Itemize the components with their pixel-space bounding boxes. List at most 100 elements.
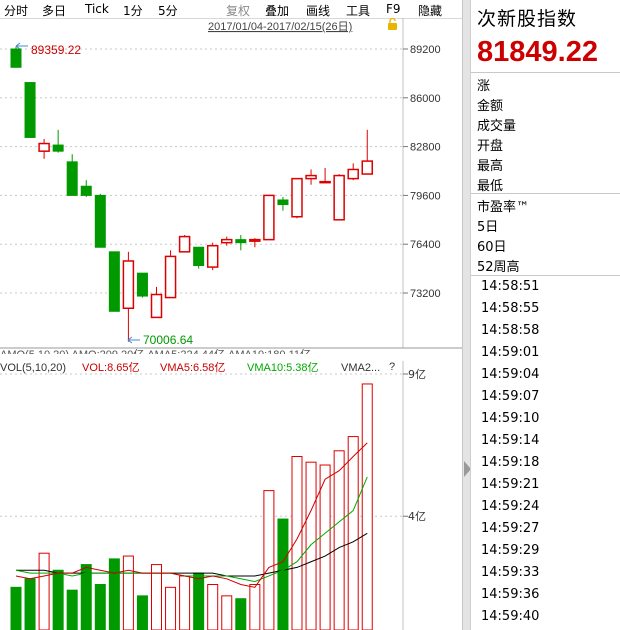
tick-time-row[interactable]: 14:58:55: [481, 301, 539, 316]
candle-body: [333, 174, 345, 221]
tick-time-row[interactable]: 14:59:04: [481, 367, 539, 382]
candle-body: [193, 246, 205, 267]
field-5day: 5日: [477, 220, 499, 235]
volume-bar: [235, 598, 247, 630]
tick-time-row[interactable]: 14:59:14: [481, 433, 539, 448]
tick-time-row[interactable]: 14:58:51: [481, 279, 539, 294]
price-tick-label: 89200: [410, 44, 441, 56]
divider: [471, 193, 620, 194]
volume-bar: [10, 586, 22, 630]
adjust-button[interactable]: 复权: [226, 2, 250, 19]
tick-time-row[interactable]: 14:59:10: [481, 411, 539, 426]
volume-bar: [207, 583, 219, 630]
volume-tick-label: 9亿: [408, 368, 426, 381]
tab-1min[interactable]: 1分: [123, 2, 143, 19]
field-change: 涨: [477, 79, 491, 94]
volume-bar: [249, 583, 261, 630]
field-60day: 60日: [477, 240, 507, 255]
candle-body: [10, 48, 22, 68]
draw-line-button[interactable]: 画线: [306, 2, 330, 19]
candle-body: [178, 235, 191, 253]
field-52week-high: 52周高: [477, 260, 520, 275]
kline-chart-area[interactable]: 2017/01/04-2017/02/15(26日) 89200 86000 828…: [0, 18, 462, 630]
tick-time-row[interactable]: 14:59:27: [481, 521, 539, 536]
price-tick-label: 76400: [410, 239, 441, 251]
index-name: 次新股指数: [477, 8, 578, 30]
tick-time-row[interactable]: 14:59:07: [481, 389, 539, 404]
volume-bar: [277, 518, 289, 630]
tick-time-row[interactable]: 14:59:18: [481, 455, 539, 470]
f9-button[interactable]: F9: [386, 2, 401, 16]
vma5-label: VMA5:6.58亿: [160, 361, 225, 374]
candle-body: [235, 239, 247, 244]
candle-body: [319, 180, 331, 184]
price-tick-label: 79600: [410, 190, 441, 202]
candle-body: [164, 255, 177, 299]
volume-bar: [305, 461, 317, 630]
volume-bar: [52, 569, 64, 630]
overlay-button[interactable]: 叠加: [265, 2, 289, 19]
tab-5min[interactable]: 5分: [158, 2, 178, 19]
candle-body: [52, 144, 64, 152]
tools-button[interactable]: 工具: [346, 2, 370, 19]
volume-bar: [361, 383, 373, 630]
tick-time-row[interactable]: 14:59:40: [481, 609, 539, 624]
volume-bar: [24, 578, 36, 630]
price-tick-label: 73200: [410, 288, 441, 300]
volume-bar: [136, 595, 148, 630]
candle-body: [150, 293, 163, 319]
candle-body: [347, 168, 359, 180]
volume-bar: [193, 572, 205, 630]
volume-bar: [151, 564, 162, 630]
volume-axis-ticks: 9亿 4亿: [403, 368, 426, 523]
svg-text:AMO(5,10,20) AMO:209.20亿 AMA: AMO(5,10,20) AMO:209.20亿 AMA5:224.44亿 AM…: [0, 348, 311, 361]
divider: [471, 72, 620, 73]
candle-body: [38, 142, 50, 152]
volume-bar: [38, 552, 50, 630]
tick-time-row[interactable]: 14:59:01: [481, 345, 539, 360]
vol-legend-label: VOL(5,10,20): [0, 362, 66, 374]
candle-body: [221, 238, 233, 244]
amo-legend: AMO(5,10,20) AMO:209.20亿 AMA5:224.44亿 AM…: [0, 348, 311, 361]
field-amount: 金额: [477, 99, 504, 114]
candle-body: [249, 238, 261, 242]
tick-time-row[interactable]: 14:59:24: [481, 499, 539, 514]
field-high: 最高: [477, 159, 504, 174]
price-axis-ticks: 89200 86000 82800 79600 76400 73200: [403, 44, 441, 300]
tab-tick[interactable]: Tick: [85, 2, 109, 16]
candle-body: [291, 177, 303, 218]
hide-button[interactable]: 隐藏: [418, 2, 442, 19]
volume-bar-series: [10, 383, 373, 630]
tick-time-row[interactable]: 14:59:21: [481, 477, 539, 492]
volume-tick-label: 4亿: [408, 510, 426, 523]
help-icon[interactable]: ?: [389, 361, 395, 373]
volume-bar: [108, 558, 120, 630]
volume-bar: [94, 583, 106, 630]
candle-body: [66, 161, 78, 196]
volume-bar: [319, 464, 331, 630]
volume-bar: [221, 595, 233, 630]
high-price-label: 89359.22: [31, 43, 81, 57]
candle-body: [277, 199, 289, 206]
volume-bar: [165, 586, 177, 630]
candlestick-series: [10, 46, 373, 342]
candle-body: [94, 194, 106, 248]
tick-time-row[interactable]: 14:58:58: [481, 323, 539, 338]
volume-bar: [347, 436, 359, 630]
tick-time-row[interactable]: 14:59:36: [481, 587, 539, 602]
index-price: 81849.22: [477, 36, 598, 68]
low-price-label: 70006.64: [143, 333, 193, 347]
field-open: 开盘: [477, 139, 504, 154]
field-pe-ratio: 市盈率™: [477, 200, 530, 215]
tab-intraday[interactable]: 分时: [4, 2, 28, 19]
candle-body: [263, 194, 275, 241]
tab-multi-day[interactable]: 多日: [42, 2, 66, 19]
kline-chart[interactable]: 2017/01/04-2017/02/15(26日) 89200 86000 828…: [0, 18, 462, 630]
tick-time-row[interactable]: 14:59:29: [481, 543, 539, 558]
candle-body: [305, 174, 317, 180]
candle-body: [136, 272, 148, 297]
lock-icon[interactable]: [388, 18, 397, 31]
volume-bar: [179, 575, 191, 630]
candle-body: [108, 251, 120, 312]
tick-time-row[interactable]: 14:59:33: [481, 565, 539, 580]
